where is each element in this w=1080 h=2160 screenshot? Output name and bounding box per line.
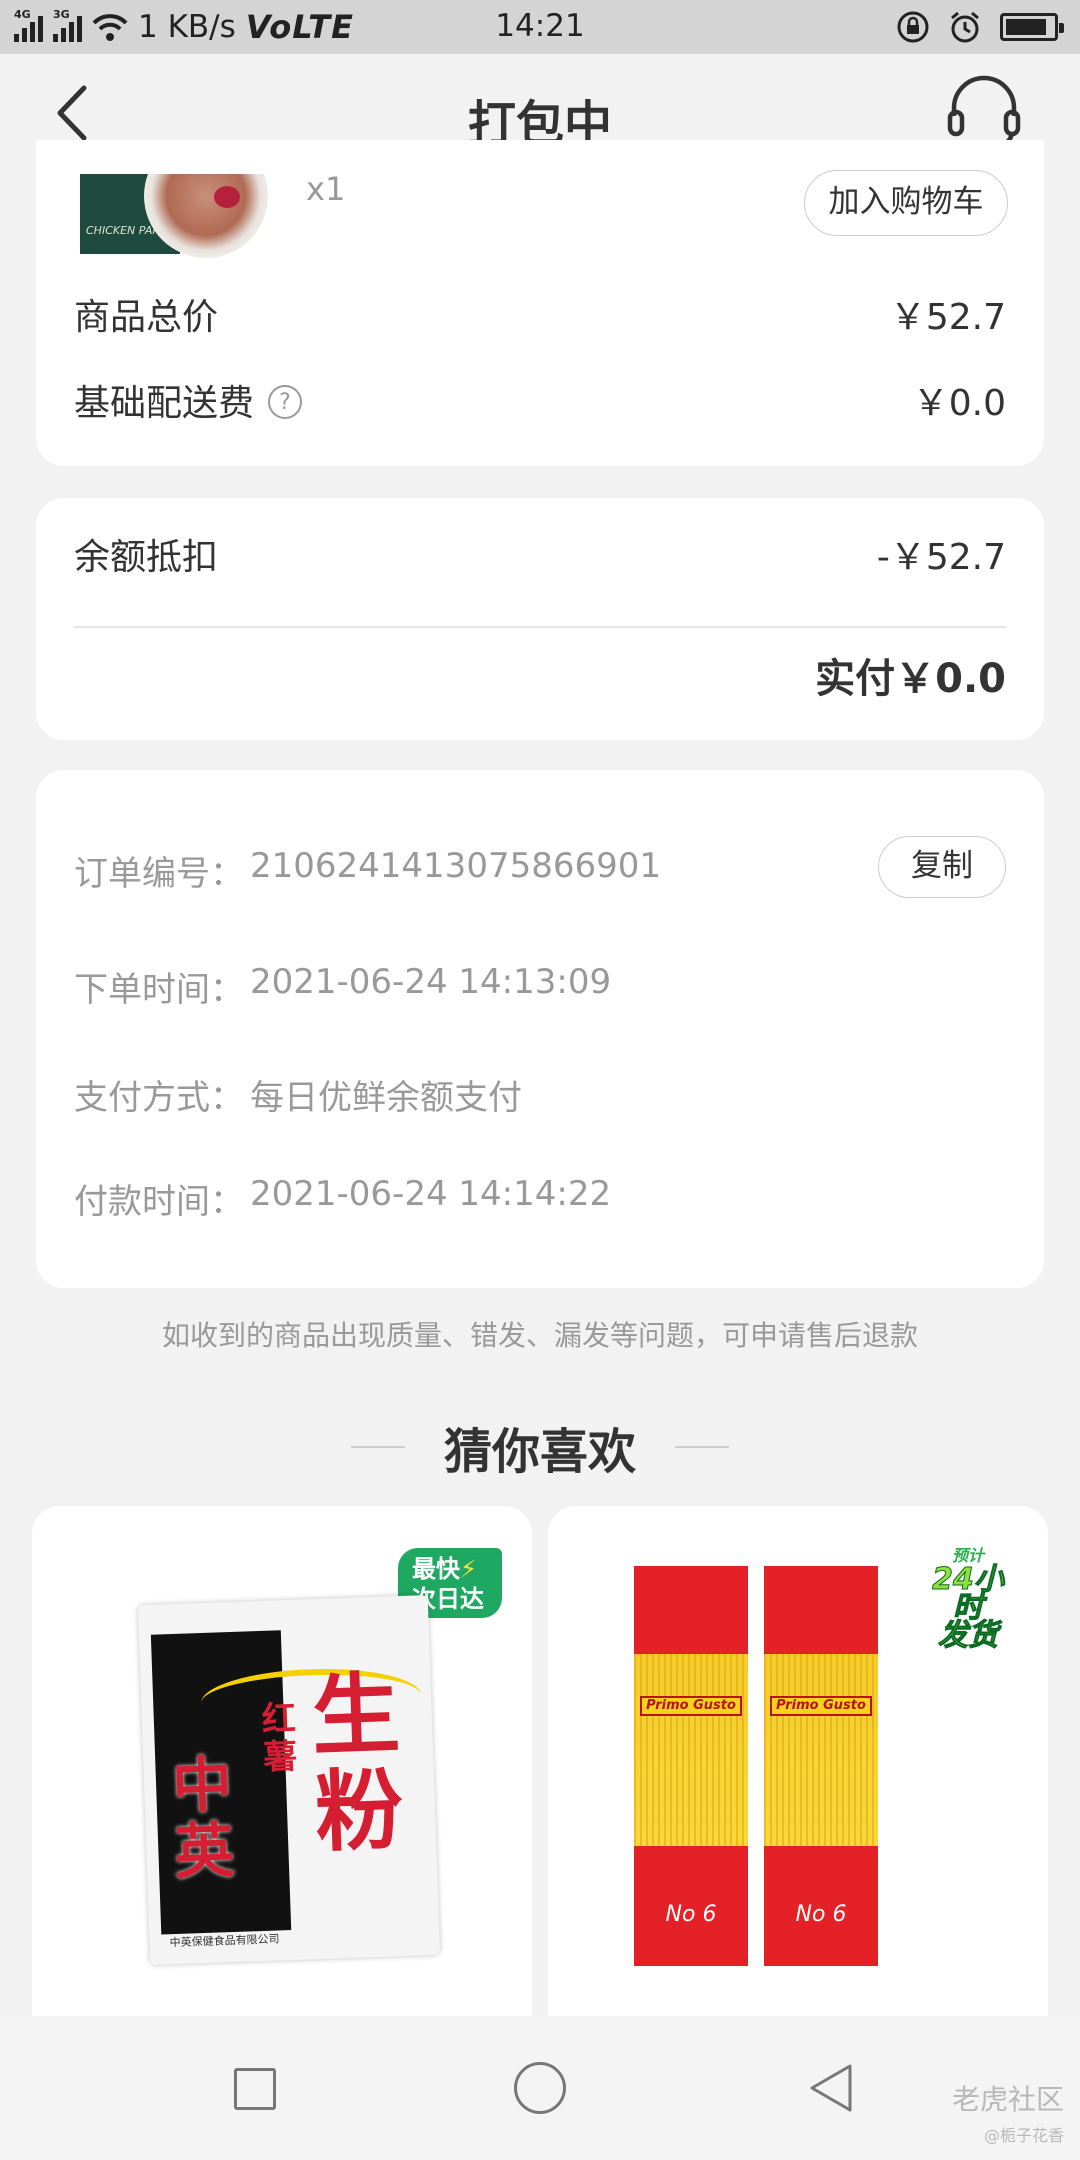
product-thumbnail: CHICKEN PAR bbox=[80, 174, 290, 284]
rotation-lock-icon bbox=[897, 11, 929, 43]
product-number: No 6 bbox=[665, 1902, 717, 1927]
badge-text: 发货 bbox=[938, 1618, 999, 1653]
watermark-main: 老虎社区 bbox=[951, 2083, 1064, 2116]
order-number-label: 订单编号： bbox=[74, 854, 244, 894]
badge-text: 24小时 bbox=[932, 1562, 1005, 1625]
copy-button[interactable]: 复制 bbox=[878, 836, 1006, 898]
home-button[interactable] bbox=[514, 2062, 566, 2114]
balance-deduction-value: -￥52.7 bbox=[876, 537, 1006, 578]
battery-icon bbox=[1000, 13, 1064, 41]
delivery-fee-label: 基础配送费 bbox=[74, 383, 255, 424]
payment-card: 余额抵扣 -￥52.7 实付￥0.0 bbox=[36, 498, 1044, 740]
payment-method-value: 每日优鲜余额支付 bbox=[250, 1078, 522, 1118]
product-maker: 中英保健食品有限公司 bbox=[169, 1932, 280, 1950]
payment-time-value: 2021-06-24 14:14:22 bbox=[250, 1174, 612, 1214]
thumbnail-text: CHICKEN PAR bbox=[86, 224, 161, 237]
watermark: 老虎社区 @栀子花香 bbox=[952, 2078, 1064, 2146]
divider-left bbox=[350, 1446, 405, 1448]
recommend-title: 猜你喜欢 bbox=[443, 1424, 636, 1480]
add-to-cart-button[interactable]: 加入购物车 bbox=[804, 170, 1008, 236]
delivery-fee-row: 基础配送费? bbox=[74, 374, 303, 426]
total-price-label: 商品总价 bbox=[74, 297, 219, 338]
total-price-value: ￥52.7 bbox=[889, 297, 1006, 338]
alarm-icon bbox=[951, 11, 979, 43]
divider bbox=[74, 626, 1006, 628]
status-bar: 4G 3G 1 KB/s VoLTE 14:21 bbox=[0, 0, 1080, 54]
status-right bbox=[896, 10, 1064, 44]
item-quantity: x1 bbox=[306, 170, 346, 208]
product-label-small: 红薯 bbox=[261, 1698, 298, 1778]
actual-paid: 实付￥0.0 bbox=[815, 656, 1006, 702]
product-label: Primo Gusto bbox=[640, 1696, 742, 1716]
system-nav-bar: 老虎社区 @栀子花香 bbox=[0, 2016, 1080, 2160]
ships-in-24h-badge: 预计 24小时 发货 bbox=[918, 1542, 1018, 1651]
payment-time-label: 付款时间： bbox=[74, 1182, 244, 1222]
product-brand: 中英 bbox=[170, 1750, 236, 1889]
product-label-big: 生粉 bbox=[310, 1662, 405, 1865]
after-sales-notice: 如收到的商品出现质量、错发、漏发等问题，可申请售后退款 bbox=[161, 1319, 918, 1352]
order-summary-card: CHICKEN PAR x1 加入购物车 商品总价 ￥52.7 基础配送费? ￥… bbox=[36, 140, 1044, 466]
system-back-button[interactable] bbox=[808, 2062, 854, 2114]
product-number: No 6 bbox=[795, 1902, 847, 1927]
order-time-label: 下单时间： bbox=[74, 970, 244, 1010]
help-icon[interactable]: ? bbox=[268, 385, 303, 419]
recommend-header: 猜你喜欢 bbox=[0, 1412, 1080, 1482]
badge-text: 最快 bbox=[412, 1555, 460, 1583]
divider-right bbox=[675, 1446, 730, 1448]
payment-method-label: 支付方式： bbox=[74, 1078, 244, 1118]
lightning-icon: ⚡ bbox=[460, 1555, 477, 1583]
balance-deduction-label: 余额抵扣 bbox=[74, 537, 219, 578]
order-info-card: 订单编号： 2106241413075866901 复制 下单时间： 2021-… bbox=[36, 770, 1044, 1288]
product-image: Primo Gusto No 6 bbox=[764, 1566, 878, 1966]
watermark-sub: @栀子花香 bbox=[983, 2126, 1064, 2145]
product-label: Primo Gusto bbox=[770, 1696, 872, 1716]
delivery-fee-value: ￥0.0 bbox=[912, 383, 1006, 424]
recents-button[interactable] bbox=[234, 2068, 276, 2110]
order-number-value: 2106241413075866901 bbox=[250, 846, 662, 886]
product-image: 红薯 生粉 中英 中英保健食品有限公司 bbox=[137, 1595, 441, 1965]
product-image: Primo Gusto No 6 bbox=[634, 1566, 748, 1966]
order-time-value: 2021-06-24 14:13:09 bbox=[250, 962, 612, 1002]
